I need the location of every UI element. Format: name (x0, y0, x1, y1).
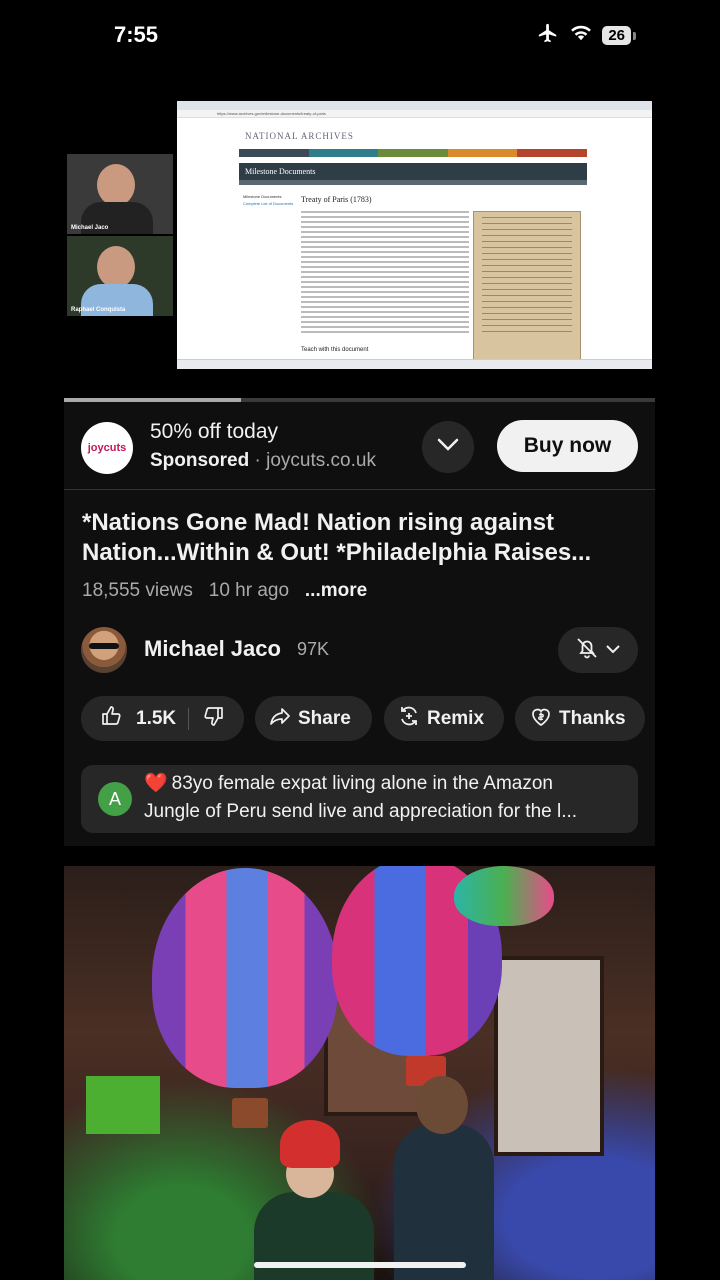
hot-air-balloon-lantern (454, 866, 554, 926)
channel-avatar[interactable] (81, 627, 127, 673)
notification-settings-button[interactable] (558, 627, 638, 673)
thanks-button[interactable]: Thanks (515, 696, 645, 741)
upload-age: 10 hr ago (208, 580, 290, 601)
share-icon (268, 704, 292, 734)
share-label: Share (298, 707, 351, 729)
wifi-icon (570, 24, 592, 47)
balloon-basket (232, 1098, 268, 1128)
battery-indicator: 26 (602, 26, 636, 45)
adult-figure (394, 1124, 494, 1280)
screen: 7:55 26 Michael Jaco Raphael Conquista h… (64, 0, 655, 1280)
browser-url-bar: https://www.archives.gov/milestone-docum… (177, 110, 652, 118)
comments-teaser[interactable]: A ❤️ 83yo female expat living alone in th… (81, 765, 638, 833)
view-count: 18,555 views (82, 580, 193, 601)
remix-icon (397, 704, 421, 734)
video-title[interactable]: *Nations Gone Mad! Nation rising against… (82, 508, 642, 568)
building-window (494, 956, 604, 1156)
ad-expand-button[interactable] (422, 421, 474, 473)
document-image (473, 211, 581, 361)
ad-separator: · (249, 450, 267, 471)
sponsored-ad[interactable]: joycuts 50% off today Sponsored · joycut… (64, 402, 655, 490)
chevron-down-icon (605, 641, 621, 659)
ad-meta: Sponsored · joycuts.co.uk (150, 450, 376, 472)
like-separator (188, 707, 190, 730)
video-player[interactable]: Michael Jaco Raphael Conquista https://w… (64, 68, 655, 400)
remix-label: Remix (427, 707, 485, 729)
advertiser-logo[interactable]: joycuts (81, 422, 133, 474)
side-menu-item: Milestone Documents (243, 194, 282, 199)
site-nav (239, 149, 587, 157)
participant-video-2: Raphael Conquista (67, 236, 173, 316)
hot-air-balloon-lantern (152, 868, 338, 1088)
channel-name[interactable]: Michael Jaco (144, 636, 281, 662)
thumb-up-icon[interactable] (100, 704, 124, 734)
section-title: Milestone Documents (239, 163, 587, 180)
shared-screen-browser: https://www.archives.gov/milestone-docum… (177, 101, 652, 369)
os-taskbar (177, 359, 652, 369)
thumb-down-icon[interactable] (201, 704, 225, 734)
side-menu: Milestone Documents Complete List of Doc… (243, 193, 293, 207)
thanks-label: Thanks (559, 707, 626, 729)
participant-name-1: Michael Jaco (71, 225, 109, 231)
heart-icon: ❤️ (144, 773, 168, 794)
subscriber-count: 97K (297, 639, 330, 659)
article-text (301, 211, 469, 336)
home-indicator[interactable] (254, 1262, 466, 1268)
like-dislike-group: 1.5K (81, 696, 244, 741)
site-logo: NATIONAL ARCHIVES (245, 131, 354, 141)
thanks-icon (529, 704, 553, 734)
airplane-icon (536, 22, 560, 49)
participant-name-2: Raphael Conquista (71, 307, 126, 313)
child-helmet (280, 1120, 340, 1168)
video-meta[interactable]: 18,555 views 10 hr ago ...more (82, 580, 367, 602)
participant-video-1: Michael Jaco (67, 154, 173, 234)
ad-headline[interactable]: 50% off today (150, 420, 278, 444)
comment-text: ❤️ 83yo female expat living alone in the … (144, 770, 624, 826)
browser-tabs (177, 101, 652, 110)
remix-button[interactable]: Remix (384, 696, 504, 741)
next-video-thumbnail[interactable] (64, 866, 655, 1280)
teach-heading: Teach with this document (301, 347, 369, 353)
share-button[interactable]: Share (255, 696, 372, 741)
buy-now-button[interactable]: Buy now (497, 420, 638, 472)
status-bar: 7:55 26 (64, 0, 655, 68)
chevron-down-icon (437, 438, 459, 457)
status-icons: 26 (536, 22, 636, 49)
bell-off-icon (575, 636, 599, 665)
browser-url: https://www.archives.gov/milestone-docum… (217, 111, 326, 116)
comment-line-2: Jungle of Peru send live and appreciatio… (144, 801, 578, 822)
status-time: 7:55 (114, 22, 159, 47)
like-count[interactable]: 1.5K (136, 708, 176, 730)
page-heading: Treaty of Paris (1783) (301, 195, 372, 204)
section-divider (64, 846, 655, 866)
adult-head (416, 1076, 468, 1134)
breadcrumb (239, 180, 587, 185)
comment-line-1: 83yo female expat living alone in the Am… (171, 773, 553, 794)
ad-domain: joycuts.co.uk (266, 450, 376, 471)
sponsored-label: Sponsored (150, 450, 250, 471)
side-menu-item: Complete List of Documents (243, 201, 294, 206)
lit-window (86, 1076, 160, 1134)
commenter-avatar: A (98, 782, 132, 816)
more-link[interactable]: ...more (305, 580, 367, 601)
